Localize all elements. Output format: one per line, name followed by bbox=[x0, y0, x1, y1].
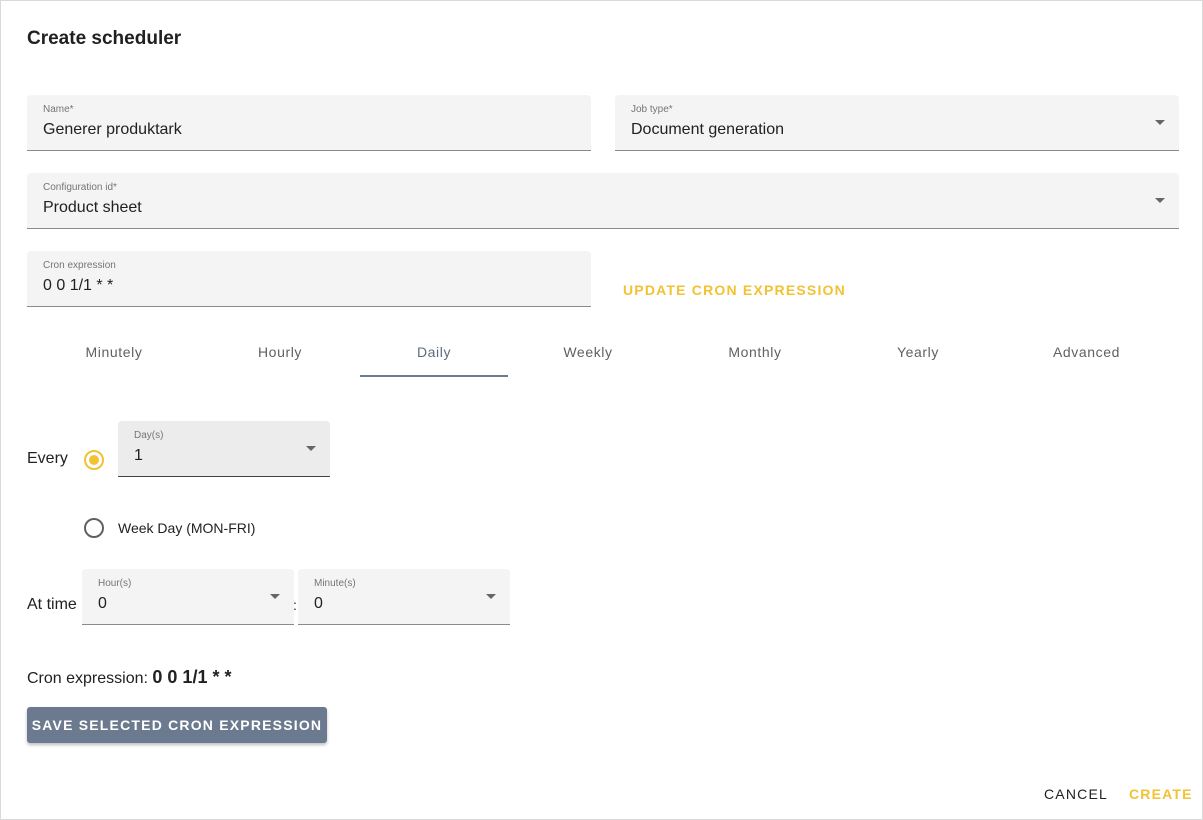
save-cron-expression-button[interactable]: SAVE SELECTED CRON EXPRESSION bbox=[27, 707, 327, 743]
job-type-value: Document generation bbox=[631, 121, 784, 138]
dialog-title: Create scheduler bbox=[27, 28, 182, 49]
minutes-value: 0 bbox=[314, 595, 323, 612]
name-field[interactable]: Name* Generer produktark bbox=[27, 95, 591, 151]
job-type-select[interactable]: Job type* Document generation bbox=[615, 95, 1179, 151]
cron-result-value: 0 0 1/1 * * bbox=[152, 667, 232, 687]
cron-expression-field[interactable]: Cron expression 0 0 1/1 * * bbox=[27, 251, 591, 307]
cron-result-label: Cron expression: bbox=[27, 670, 148, 687]
hours-label: Hour(s) bbox=[98, 578, 132, 589]
cron-expression-result: Cron expression: 0 0 1/1 * * bbox=[27, 667, 231, 688]
cron-expression-label: Cron expression bbox=[43, 260, 116, 271]
update-cron-expression-button[interactable]: UPDATE CRON EXPRESSION bbox=[623, 282, 846, 298]
create-scheduler-dialog: Create scheduler Name* Generer produktar… bbox=[0, 0, 1203, 820]
days-value: 1 bbox=[134, 447, 143, 464]
caret-down-icon bbox=[270, 594, 280, 599]
hours-select[interactable]: Hour(s) 0 bbox=[82, 569, 294, 625]
days-label: Day(s) bbox=[134, 430, 164, 441]
minutes-label: Minute(s) bbox=[314, 578, 356, 589]
frequency-tabs: Minutely Hourly Daily Weekly Monthly Yea… bbox=[27, 331, 1179, 377]
minutes-select[interactable]: Minute(s) 0 bbox=[298, 569, 510, 625]
configuration-id-select[interactable]: Configuration id* Product sheet bbox=[27, 173, 1179, 229]
caret-down-icon bbox=[306, 446, 316, 451]
name-label: Name* bbox=[43, 104, 74, 115]
time-separator: : bbox=[293, 597, 297, 613]
configuration-id-value: Product sheet bbox=[43, 199, 142, 216]
weekday-radio[interactable] bbox=[84, 518, 104, 538]
job-type-label: Job type* bbox=[631, 104, 673, 115]
tab-monthly[interactable]: Monthly bbox=[668, 331, 842, 377]
cron-expression-value: 0 0 1/1 * * bbox=[43, 277, 114, 294]
caret-down-icon bbox=[486, 594, 496, 599]
tab-advanced[interactable]: Advanced bbox=[994, 331, 1179, 377]
days-select[interactable]: Day(s) 1 bbox=[118, 421, 330, 477]
caret-down-icon bbox=[1155, 120, 1165, 125]
name-value: Generer produktark bbox=[43, 121, 182, 138]
weekday-label: Week Day (MON-FRI) bbox=[118, 520, 256, 536]
create-button[interactable]: CREATE bbox=[1129, 786, 1193, 802]
every-label: Every bbox=[27, 450, 68, 467]
tab-yearly[interactable]: Yearly bbox=[842, 331, 994, 377]
tab-daily[interactable]: Daily bbox=[360, 331, 508, 377]
tab-weekly[interactable]: Weekly bbox=[508, 331, 668, 377]
hours-value: 0 bbox=[98, 595, 107, 612]
at-time-label: At time bbox=[27, 596, 77, 613]
tab-minutely[interactable]: Minutely bbox=[27, 331, 201, 377]
cancel-button[interactable]: CANCEL bbox=[1044, 786, 1108, 802]
configuration-id-label: Configuration id* bbox=[43, 182, 117, 193]
every-radio[interactable] bbox=[84, 450, 104, 470]
tab-hourly[interactable]: Hourly bbox=[201, 331, 359, 377]
caret-down-icon bbox=[1155, 198, 1165, 203]
